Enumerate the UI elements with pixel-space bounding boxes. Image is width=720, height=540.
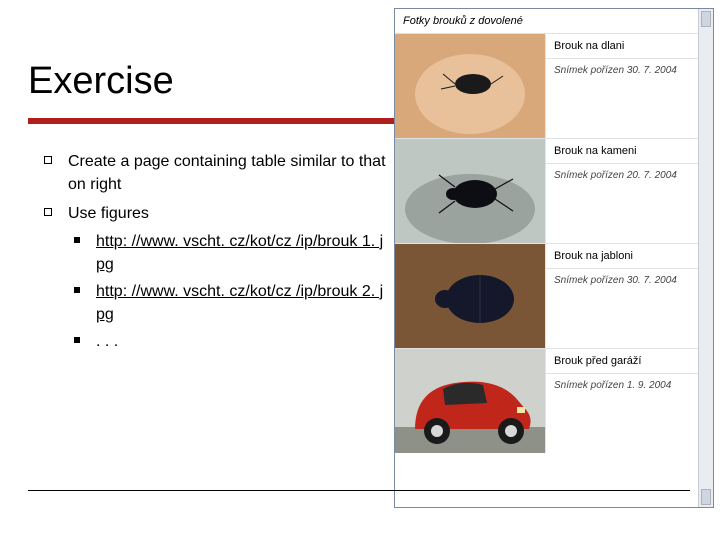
- scrollbar[interactable]: [698, 9, 713, 507]
- row-date: Snímek pořízen 1. 9. 2004: [546, 374, 713, 453]
- table-row: Brouk před garáží Snímek pořízen 1. 9. 2…: [395, 349, 713, 453]
- row-title: Brouk na jabloni: [546, 244, 713, 269]
- list-item: http: //www. vscht. cz/kot/cz /ip/brouk …: [68, 280, 390, 326]
- list-item: . . .: [68, 330, 390, 353]
- thumbnail-red-car: [395, 349, 546, 453]
- table-row: Brouk na dlani Snímek pořízen 30. 7. 200…: [395, 34, 713, 139]
- beetle-on-stone-image: [395, 139, 545, 243]
- row-title: Brouk na dlani: [546, 34, 713, 59]
- figure-url-link[interactable]: http: //www. vscht. cz/kot/cz /ip/brouk …: [96, 233, 383, 273]
- bullet-text: Create a page containing table similar t…: [68, 153, 386, 193]
- row-title: Brouk před garáží: [546, 349, 713, 374]
- row-title: Brouk na kameni: [546, 139, 713, 164]
- table-cell-meta: Brouk na kameni Snímek pořízen 20. 7. 20…: [546, 139, 713, 243]
- thumbnail-beetle-tree: [395, 244, 546, 348]
- beetle-on-tree-image: [395, 244, 545, 348]
- thumbnail-beetle-palm: [395, 34, 546, 138]
- footer-rule: [28, 490, 690, 491]
- ellipsis-text: . . .: [96, 333, 118, 350]
- bullet-list: Create a page containing table similar t…: [40, 150, 390, 354]
- example-browser-window: Fotky brouků z dovolené Brouk na dlani S: [394, 8, 714, 508]
- vw-beetle-car-image: [395, 349, 545, 453]
- beetle-on-palm-image: [395, 34, 545, 138]
- list-item: Create a page containing table similar t…: [40, 150, 390, 196]
- figure-url-link[interactable]: http: //www. vscht. cz/kot/cz /ip/brouk …: [96, 283, 383, 323]
- row-date: Snímek pořízen 30. 7. 2004: [546, 59, 713, 138]
- table-cell-meta: Brouk na dlani Snímek pořízen 30. 7. 200…: [546, 34, 713, 138]
- table-cell-meta: Brouk před garáží Snímek pořízen 1. 9. 2…: [546, 349, 713, 453]
- table-row: Brouk na kameni Snímek pořízen 20. 7. 20…: [395, 139, 713, 244]
- sub-bullet-list: http: //www. vscht. cz/kot/cz /ip/brouk …: [68, 230, 390, 354]
- bullet-text: Use figures: [68, 205, 149, 222]
- slide-body: Create a page containing table similar t…: [40, 150, 390, 360]
- thumbnail-beetle-stone: [395, 139, 546, 243]
- list-item: Use figures http: //www. vscht. cz/kot/c…: [40, 202, 390, 353]
- list-item: http: //www. vscht. cz/kot/cz /ip/brouk …: [68, 230, 390, 276]
- row-date: Snímek pořízen 20. 7. 2004: [546, 164, 713, 243]
- row-date: Snímek pořízen 30. 7. 2004: [546, 269, 713, 348]
- example-page-title: Fotky brouků z dovolené: [395, 9, 713, 34]
- table-row: Brouk na jabloni Snímek pořízen 30. 7. 2…: [395, 244, 713, 349]
- example-table: Brouk na dlani Snímek pořízen 30. 7. 200…: [395, 34, 713, 453]
- slide: Exercise Create a page containing table …: [0, 0, 720, 540]
- table-cell-meta: Brouk na jabloni Snímek pořízen 30. 7. 2…: [546, 244, 713, 348]
- slide-title: Exercise: [28, 60, 174, 103]
